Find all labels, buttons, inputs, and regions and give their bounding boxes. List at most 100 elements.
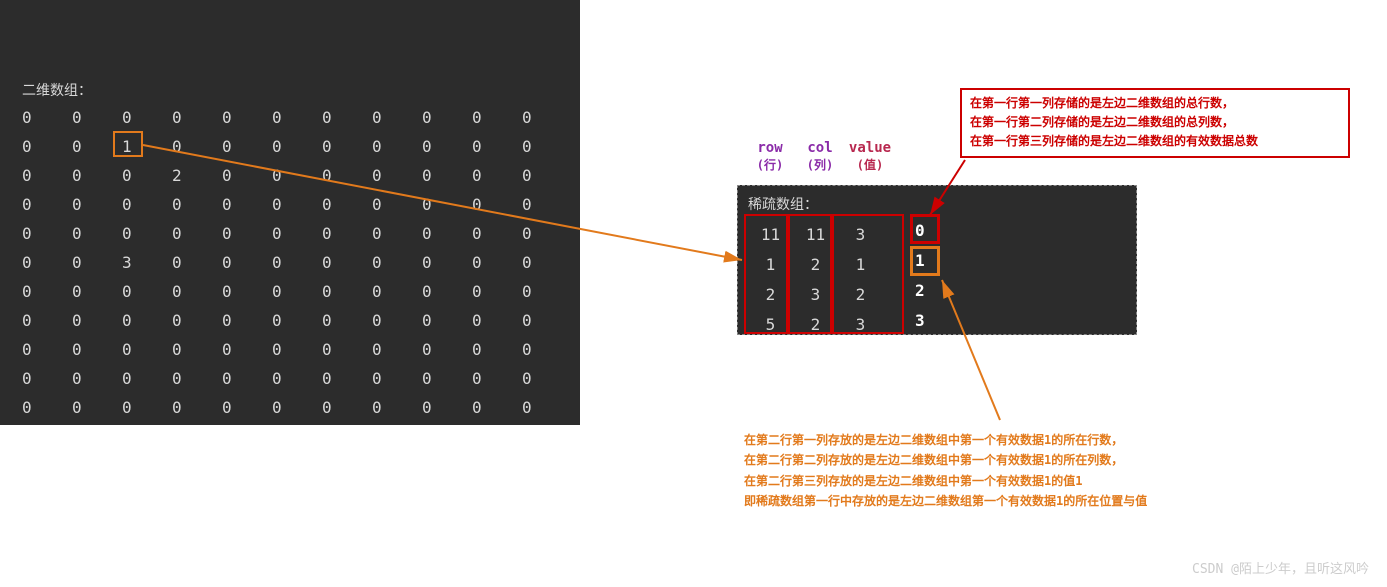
matrix-cell: 0	[22, 282, 72, 301]
matrix-cell: 0	[372, 195, 422, 214]
matrix-cell: 0	[272, 253, 322, 272]
matrix-cell: 0	[422, 282, 472, 301]
matrix-cell: 0	[322, 311, 372, 330]
matrix-cell: 0	[372, 253, 422, 272]
matrix-cell: 0	[322, 137, 372, 156]
sparse-red-col-3	[832, 214, 904, 334]
matrix-cell: 0	[472, 166, 522, 185]
left-title: 二维数组：	[22, 80, 92, 100]
matrix-cell: 0	[372, 340, 422, 359]
matrix-cell: 0	[522, 137, 572, 156]
left-matrix-panel: 二维数组： 0000000000000100000000000200000000…	[0, 0, 580, 425]
matrix-cell: 0	[122, 369, 172, 388]
matrix-row: 00000000000	[22, 219, 572, 248]
matrix-cell: 0	[22, 137, 72, 156]
matrix-cell: 0	[22, 195, 72, 214]
matrix-cell: 0	[172, 108, 222, 127]
matrix-row: 00020000000	[22, 161, 572, 190]
matrix-cell: 0	[172, 398, 222, 417]
matrix-cell: 0	[322, 398, 372, 417]
matrix-cell: 3	[122, 253, 172, 272]
matrix-cell: 0	[122, 224, 172, 243]
matrix-cell: 0	[272, 340, 322, 359]
matrix-cell: 0	[122, 166, 172, 185]
matrix-cell: 0	[72, 108, 122, 127]
matrix-cell: 0	[272, 398, 322, 417]
matrix-cell: 0	[22, 253, 72, 272]
matrix-highlight-cell	[113, 131, 143, 157]
matrix-cell: 0	[522, 369, 572, 388]
matrix-cell: 0	[422, 137, 472, 156]
matrix-cell: 0	[272, 108, 322, 127]
matrix-cell: 0	[222, 137, 272, 156]
matrix-cell: 0	[72, 166, 122, 185]
matrix-cell: 0	[322, 224, 372, 243]
matrix-cell: 0	[222, 195, 272, 214]
matrix-cell: 0	[172, 253, 222, 272]
matrix-cell: 0	[522, 398, 572, 417]
idx-2: 2	[915, 276, 925, 306]
matrix-cell: 0	[372, 224, 422, 243]
matrix-cell: 0	[72, 253, 122, 272]
matrix-cell: 0	[272, 137, 322, 156]
matrix-cell: 0	[422, 195, 472, 214]
index-1-orange-box	[910, 246, 940, 276]
matrix-cell: 0	[22, 108, 72, 127]
matrix-cell: 0	[322, 340, 372, 359]
matrix-cell: 0	[72, 340, 122, 359]
sparse-red-col-1	[744, 214, 788, 334]
matrix-cell: 0	[472, 282, 522, 301]
index-0-red-box	[910, 214, 940, 244]
matrix-cell: 0	[422, 340, 472, 359]
matrix-cell: 0	[422, 253, 472, 272]
matrix-cell: 0	[272, 369, 322, 388]
matrix-cell: 0	[272, 195, 322, 214]
matrix-cell: 0	[222, 398, 272, 417]
matrix-cell: 0	[472, 398, 522, 417]
matrix-cell: 0	[172, 340, 222, 359]
matrix-cell: 0	[472, 195, 522, 214]
matrix-cell: 0	[322, 166, 372, 185]
matrix-cell: 0	[72, 282, 122, 301]
matrix-cell: 0	[372, 137, 422, 156]
idx-3: 3	[915, 306, 925, 336]
header-row: row(行)	[745, 140, 795, 173]
matrix-cell: 0	[222, 311, 272, 330]
matrix-cell: 0	[122, 282, 172, 301]
matrix-row: 00000000000	[22, 335, 572, 364]
matrix-row: 00000000000	[22, 190, 572, 219]
matrix-cell: 0	[22, 398, 72, 417]
matrix-cell: 0	[472, 137, 522, 156]
matrix-cell: 0	[522, 166, 572, 185]
matrix-cell: 0	[172, 195, 222, 214]
matrix-cell: 0	[72, 311, 122, 330]
two-d-matrix: 0000000000000100000000000200000000000000…	[22, 103, 572, 422]
matrix-cell: 0	[72, 398, 122, 417]
matrix-cell: 0	[322, 369, 372, 388]
matrix-cell: 0	[372, 108, 422, 127]
matrix-cell: 0	[472, 369, 522, 388]
matrix-row: 00100000000	[22, 132, 572, 161]
annotation-orange-text: 在第二行第一列存放的是左边二维数组中第一个有效数据1的所在行数， 在第二行第二列…	[744, 430, 1314, 512]
matrix-cell: 0	[172, 369, 222, 388]
matrix-cell: 0	[322, 108, 372, 127]
matrix-cell: 0	[122, 340, 172, 359]
matrix-cell: 0	[372, 282, 422, 301]
matrix-cell: 0	[522, 195, 572, 214]
matrix-cell: 0	[272, 166, 322, 185]
header-col: col(列)	[795, 140, 845, 173]
matrix-cell: 0	[522, 282, 572, 301]
matrix-cell: 0	[122, 195, 172, 214]
matrix-cell: 0	[472, 224, 522, 243]
matrix-cell: 0	[522, 340, 572, 359]
matrix-row: 00000000000	[22, 364, 572, 393]
matrix-cell: 0	[172, 224, 222, 243]
right-title: 稀疏数组：	[748, 194, 1126, 214]
matrix-cell: 0	[522, 108, 572, 127]
matrix-cell: 0	[222, 253, 272, 272]
matrix-cell: 0	[422, 398, 472, 417]
matrix-cell: 0	[122, 311, 172, 330]
matrix-cell: 0	[522, 253, 572, 272]
sparse-headers: row(行) col(列) value(值)	[745, 140, 895, 173]
matrix-cell: 0	[472, 108, 522, 127]
